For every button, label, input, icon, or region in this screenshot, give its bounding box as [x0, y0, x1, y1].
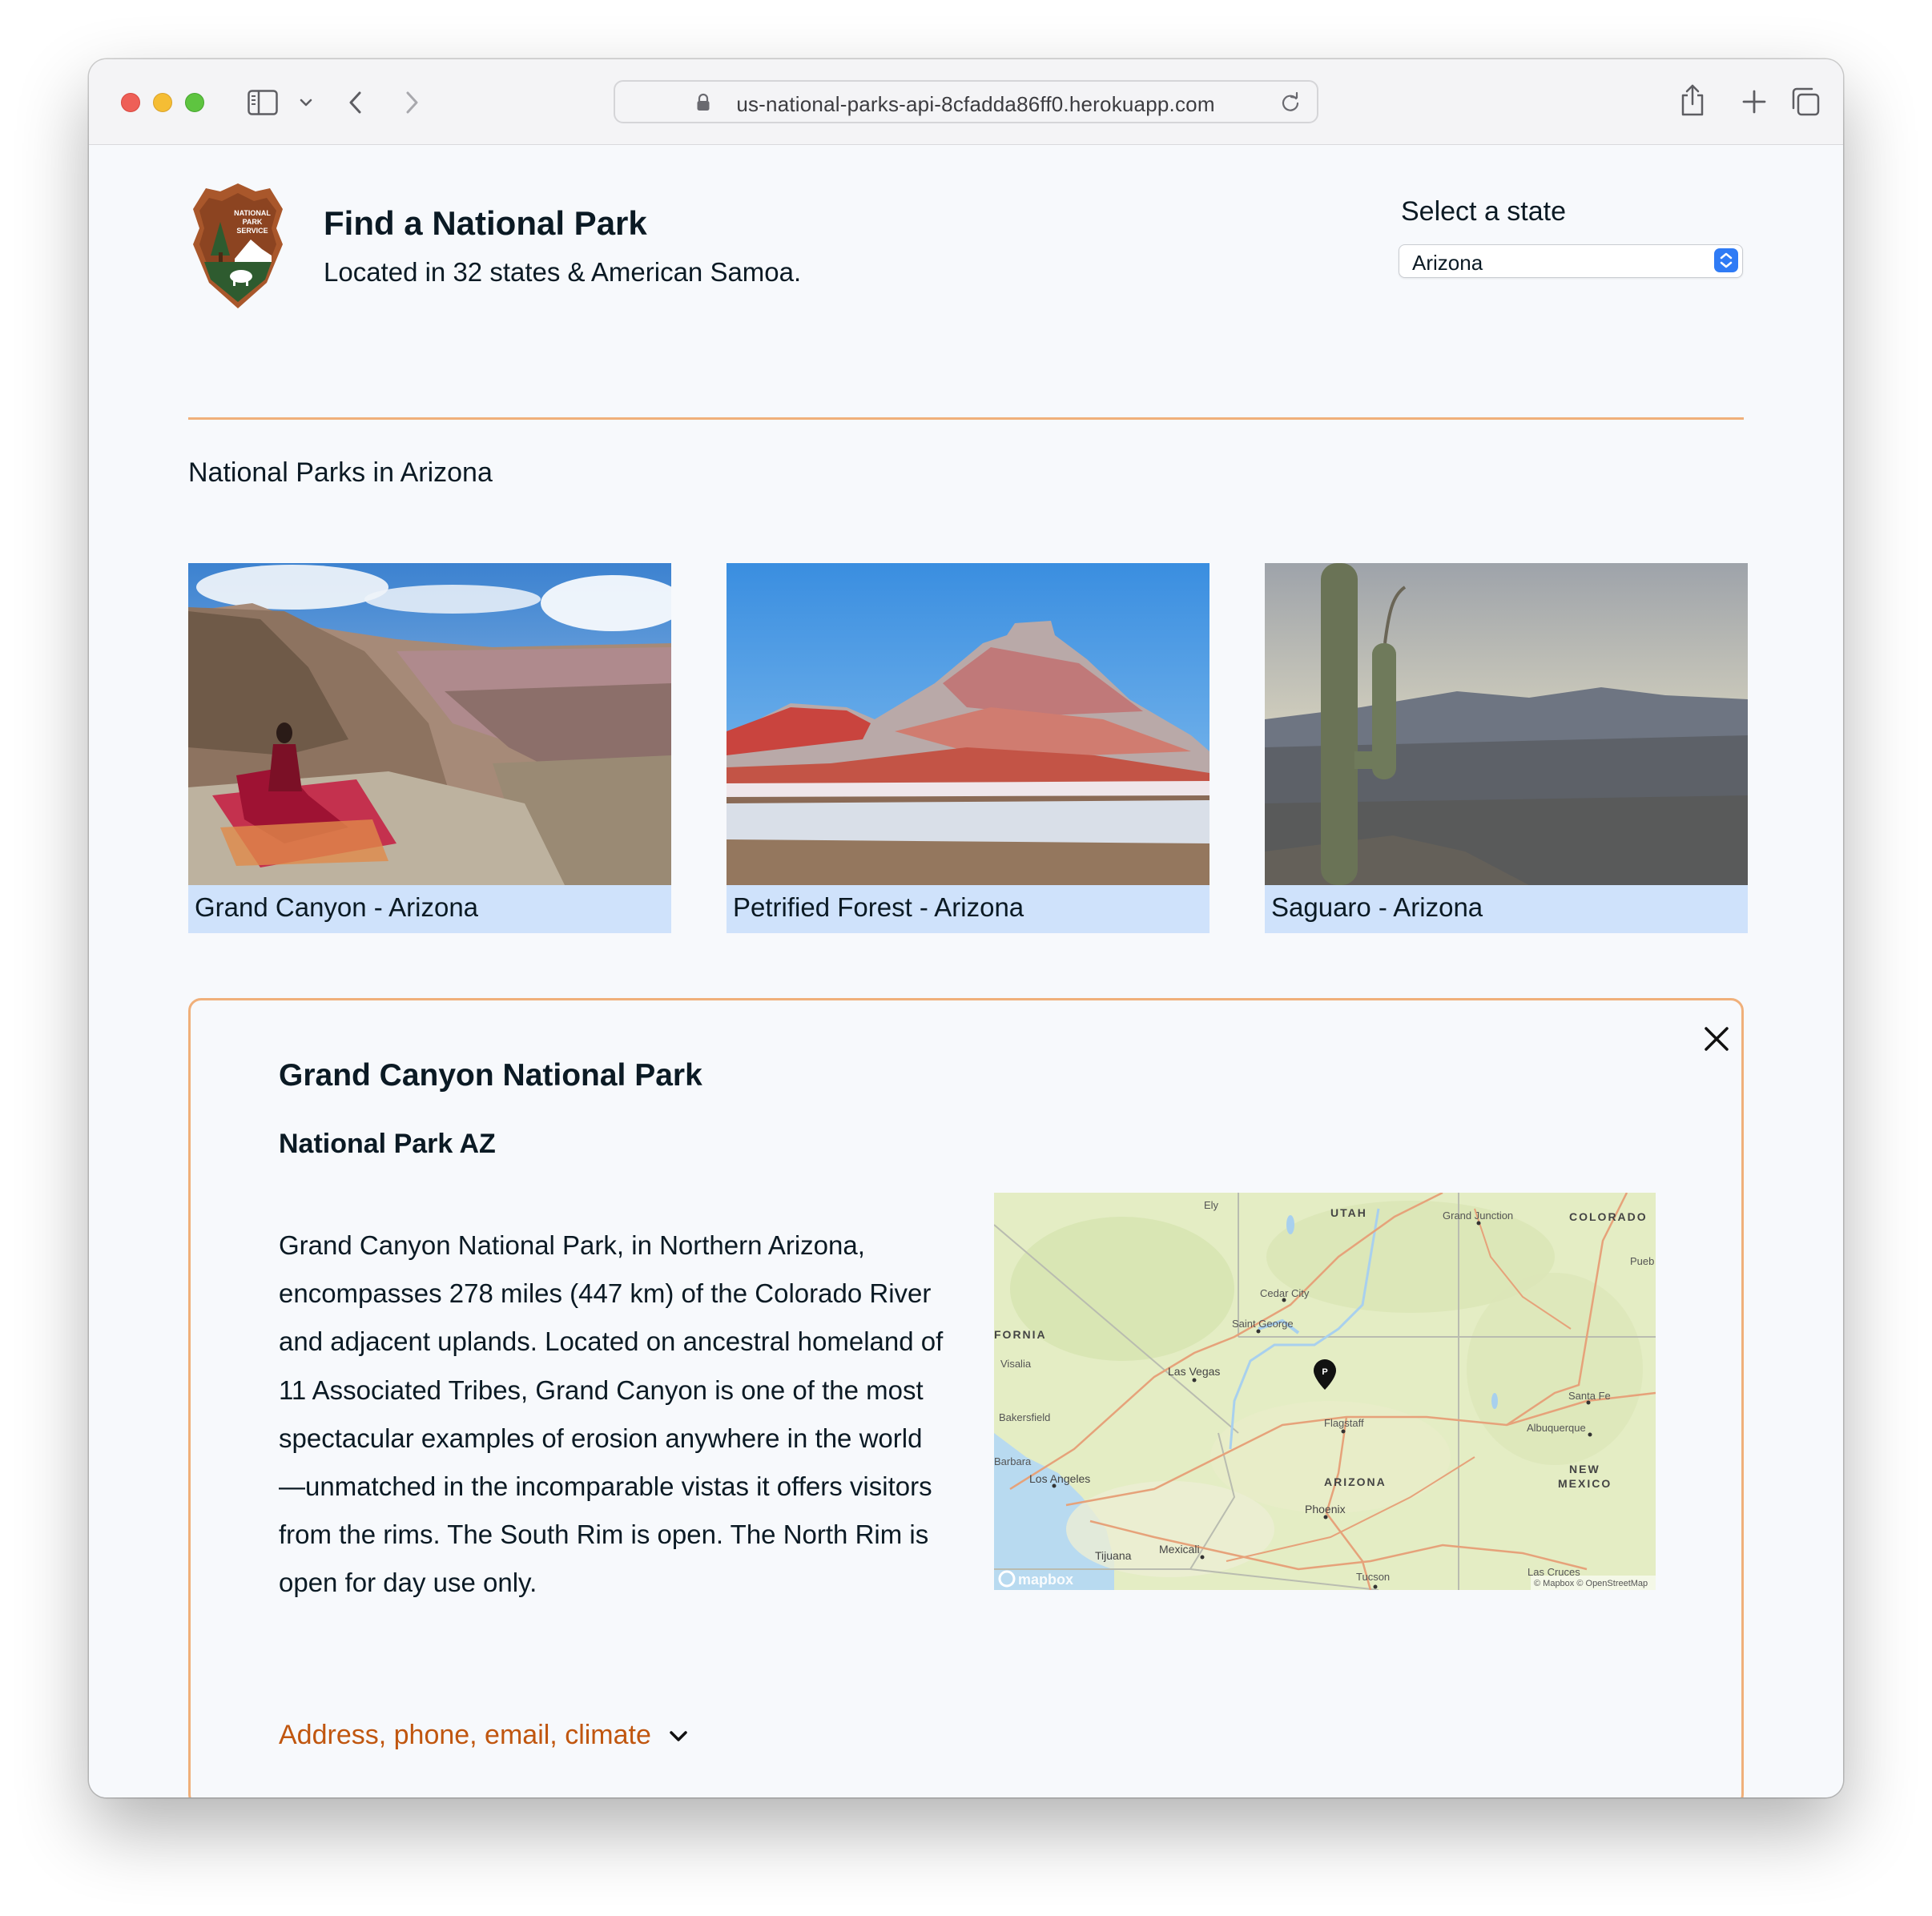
park-card-grand-canyon[interactable]: Grand Canyon - Arizona	[188, 563, 671, 933]
minimize-window-button[interactable]	[153, 93, 172, 112]
svg-text:Phoenix: Phoenix	[1305, 1503, 1346, 1515]
parks-section-heading: National Parks in Arizona	[188, 457, 493, 488]
header-divider	[188, 417, 1744, 420]
page-title: Find a National Park	[324, 204, 647, 242]
park-card-caption: Petrified Forest - Arizona	[727, 885, 1210, 933]
svg-text:Mexicali: Mexicali	[1159, 1543, 1200, 1556]
reload-icon[interactable]	[1280, 92, 1301, 113]
nps-arrowhead-logo: NATIONAL PARK SERVICE	[193, 183, 283, 308]
svg-text:Ely: Ely	[1204, 1199, 1219, 1211]
svg-text:Grand Junction: Grand Junction	[1443, 1210, 1513, 1222]
svg-text:P: P	[1322, 1367, 1327, 1377]
svg-text:Las Vegas: Las Vegas	[1168, 1365, 1220, 1378]
svg-text:Pueb: Pueb	[1630, 1255, 1654, 1267]
svg-text:Tijuana: Tijuana	[1095, 1549, 1132, 1562]
select-arrows-icon	[1714, 248, 1738, 272]
svg-text:COLORADO: COLORADO	[1569, 1210, 1648, 1223]
state-select-label: Select a state	[1401, 196, 1567, 227]
url-text: us-national-parks-api-8cfadda86ff0.herok…	[736, 92, 1215, 116]
svg-text:FORNIA: FORNIA	[994, 1328, 1047, 1341]
close-window-button[interactable]	[121, 93, 140, 112]
svg-text:mapbox: mapbox	[1018, 1572, 1073, 1588]
svg-text:Santa Fe: Santa Fe	[1568, 1390, 1611, 1402]
close-icon[interactable]	[1701, 1023, 1733, 1055]
svg-text:MEXICO: MEXICO	[1558, 1477, 1612, 1490]
svg-text:Albuquerque: Albuquerque	[1527, 1422, 1586, 1434]
svg-text:SERVICE: SERVICE	[236, 227, 268, 235]
sidebar-icon[interactable]	[248, 90, 278, 115]
contact-details-label: Address, phone, email, climate	[279, 1720, 651, 1750]
park-card-caption: Saguaro - Arizona	[1265, 885, 1748, 933]
park-card-saguaro[interactable]: Saguaro - Arizona	[1265, 563, 1748, 933]
tabs-icon[interactable]	[1790, 87, 1821, 117]
svg-text:ARIZONA: ARIZONA	[1324, 1475, 1387, 1488]
svg-text:Flagstaff: Flagstaff	[1324, 1417, 1364, 1429]
share-icon[interactable]	[1679, 83, 1706, 117]
state-select[interactable]: Arizona	[1399, 244, 1743, 278]
zoom-window-button[interactable]	[185, 93, 204, 112]
address-bar[interactable]: us-national-parks-api-8cfadda86ff0.herok…	[614, 80, 1318, 123]
svg-text:NEW: NEW	[1569, 1463, 1600, 1475]
saguaro-image	[1265, 563, 1748, 885]
browser-toolbar: us-national-parks-api-8cfadda86ff0.herok…	[89, 59, 1843, 145]
petrified-forest-image	[727, 563, 1210, 885]
chevron-down-icon	[670, 1731, 688, 1741]
grand-canyon-image	[188, 563, 671, 885]
svg-text:NATIONAL: NATIONAL	[234, 209, 271, 217]
svg-text:UTAH: UTAH	[1330, 1206, 1367, 1219]
svg-text:Visalia: Visalia	[1000, 1358, 1032, 1370]
back-icon[interactable]	[347, 90, 364, 115]
park-designation: National Park AZ	[279, 1129, 496, 1159]
park-detail-panel: Grand Canyon National Park National Park…	[188, 998, 1744, 1797]
svg-text:Barbara: Barbara	[994, 1455, 1032, 1467]
svg-text:Bakersfield: Bakersfield	[999, 1411, 1050, 1423]
park-map[interactable]: Ely UTAH Grand Junction COLORADO Pueb Ce…	[994, 1193, 1656, 1590]
state-select-value: Arizona	[1412, 251, 1483, 275]
park-name: Grand Canyon National Park	[279, 1058, 702, 1093]
svg-text:PARK: PARK	[243, 218, 263, 226]
contact-details-toggle[interactable]: Address, phone, email, climate	[279, 1720, 689, 1751]
svg-text:© Mapbox © OpenStreetMap: © Mapbox © OpenStreetMap	[1534, 1579, 1648, 1588]
park-description: Grand Canyon National Park, in Northern …	[279, 1230, 944, 1598]
park-card-caption: Grand Canyon - Arizona	[188, 885, 671, 933]
svg-text:Cedar City: Cedar City	[1260, 1287, 1310, 1299]
forward-icon[interactable]	[403, 90, 421, 115]
svg-text:Los Angeles: Los Angeles	[1029, 1472, 1090, 1485]
page-content: NATIONAL PARK SERVICE Find a National Pa…	[89, 145, 1843, 1797]
chevron-down-icon[interactable]	[299, 98, 313, 107]
browser-window: us-national-parks-api-8cfadda86ff0.herok…	[89, 59, 1843, 1797]
svg-text:Saint George: Saint George	[1232, 1318, 1294, 1330]
svg-text:Tucson: Tucson	[1356, 1571, 1390, 1583]
park-card-petrified-forest[interactable]: Petrified Forest - Arizona	[727, 563, 1210, 933]
plus-icon[interactable]	[1741, 89, 1767, 115]
page-subtitle: Located in 32 states & American Samoa.	[324, 257, 802, 287]
